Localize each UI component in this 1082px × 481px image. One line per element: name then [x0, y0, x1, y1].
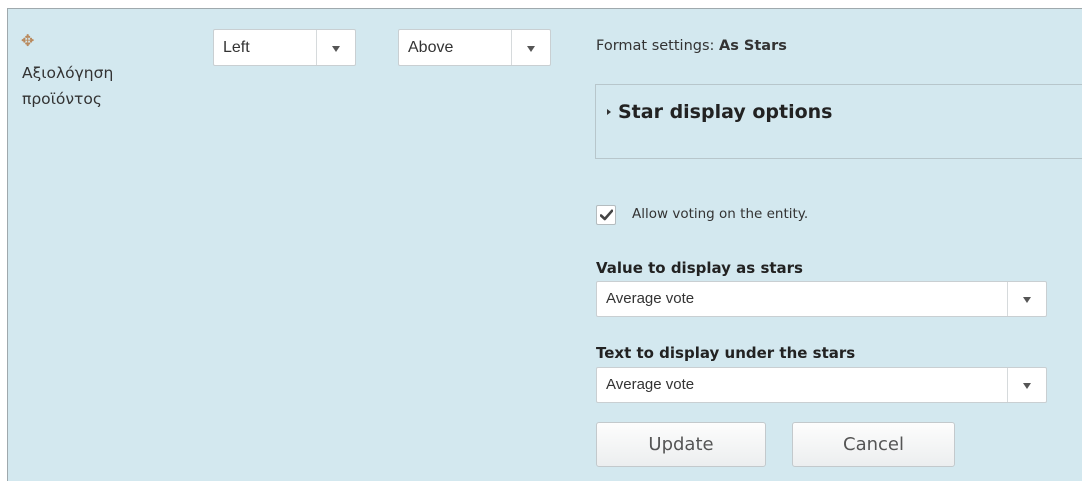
- text-display-arrow-box: [1007, 368, 1046, 402]
- field-name-label: Αξιολόγηση προϊόντος: [22, 64, 114, 108]
- star-display-legend[interactable]: Star display options: [618, 99, 832, 125]
- value-display-arrow-box: [1007, 282, 1046, 316]
- format-settings-name: As Stars: [719, 38, 787, 54]
- collapse-triangle-icon[interactable]: [607, 109, 611, 115]
- label-position-select[interactable]: Left: [213, 29, 356, 66]
- value-display-value: Average vote: [606, 290, 695, 307]
- format-settings-prefix: Format settings:: [596, 38, 715, 54]
- text-display-value: Average vote: [606, 376, 695, 393]
- text-display-select[interactable]: Average vote: [596, 367, 1047, 403]
- label-display-arrow-box: [511, 30, 550, 65]
- star-display-fieldset: Star display options: [595, 84, 1082, 159]
- drag-handle-icon[interactable]: ✥: [21, 33, 39, 51]
- format-settings-heading: Format settings: As Stars: [596, 38, 787, 54]
- value-display-select[interactable]: Average vote: [596, 281, 1047, 317]
- chevron-down-icon: [527, 45, 535, 52]
- label-position-value: Left: [223, 39, 250, 56]
- chevron-down-icon: [1023, 297, 1031, 303]
- chevron-down-icon: [1023, 383, 1031, 389]
- label-display-value: Above: [408, 39, 454, 56]
- allow-voting-label[interactable]: Allow voting on the entity.: [632, 206, 808, 222]
- value-display-label: Value to display as stars: [596, 259, 803, 277]
- text-display-label: Text to display under the stars: [596, 344, 856, 362]
- update-button[interactable]: Update: [596, 422, 766, 467]
- cancel-button[interactable]: Cancel: [792, 422, 955, 467]
- checkmark-icon: [600, 209, 613, 221]
- field-settings-frame: ✥ Αξιολόγηση προϊόντος Left Above Format…: [0, 0, 1082, 481]
- label-display-select[interactable]: Above: [398, 29, 551, 66]
- allow-voting-checkbox[interactable]: [596, 205, 616, 225]
- chevron-down-icon: [332, 45, 340, 52]
- label-position-arrow-box: [316, 30, 355, 65]
